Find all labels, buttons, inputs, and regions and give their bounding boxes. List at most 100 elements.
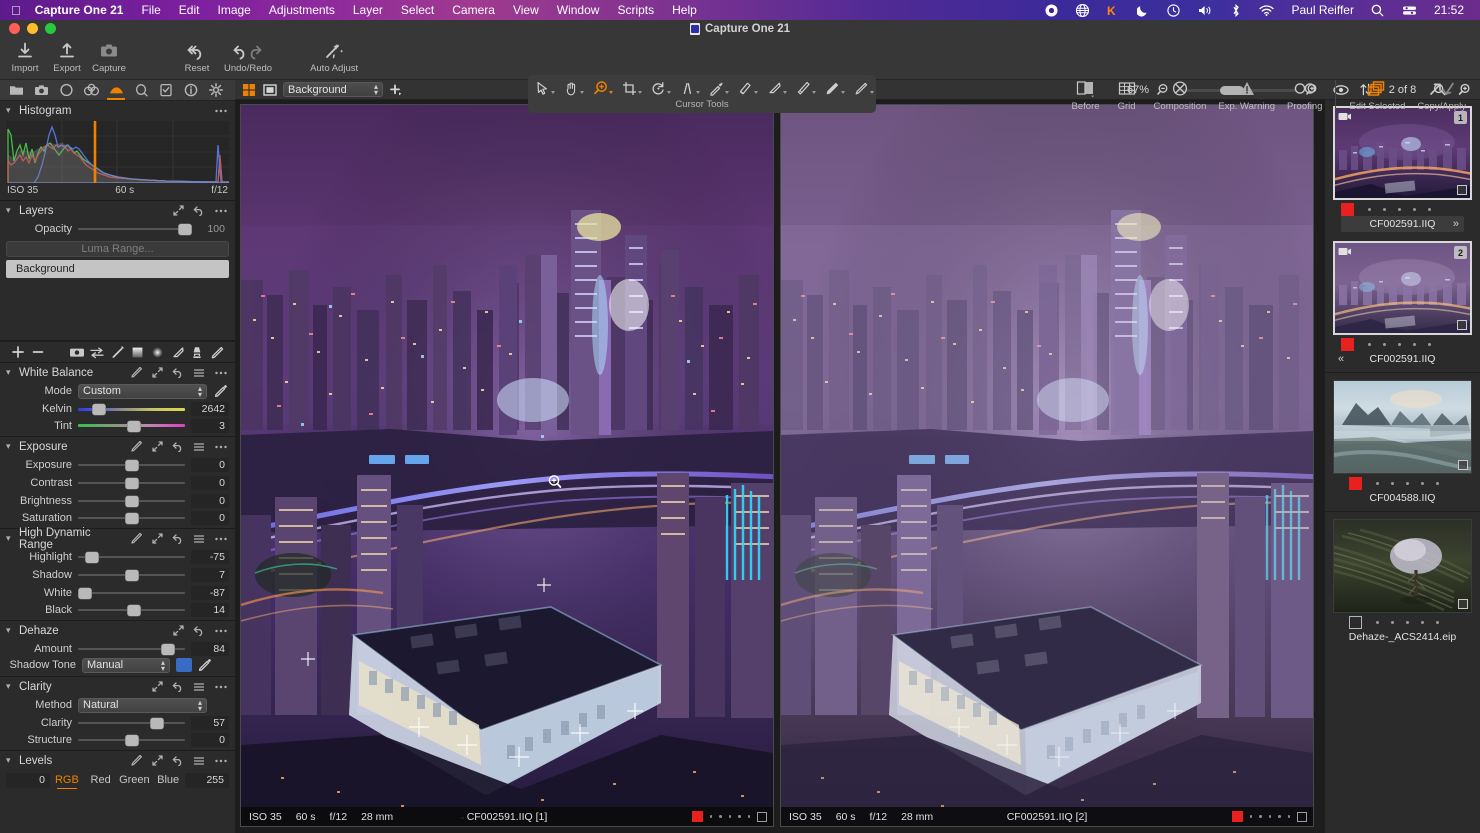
record-icon[interactable] [1036,4,1067,17]
crop-indicator-icon[interactable] [1457,320,1467,330]
saturation-slider[interactable] [78,511,185,525]
more-dots-icon[interactable] [214,442,228,452]
chevron-down-icon[interactable]: ▾ [6,442,14,451]
menu-clock[interactable]: 21:52 [1426,3,1472,17]
apple-logo-icon[interactable]:  [0,4,33,17]
levels-tab-rgb[interactable]: RGB [50,770,84,790]
reset-arrow-icon[interactable] [193,205,205,216]
menu-edit[interactable]: Edit [170,3,209,17]
draw-mask-icon[interactable] [818,78,847,98]
levels-tab-green[interactable]: Green [118,770,152,790]
rating-star-3[interactable] [1398,207,1401,211]
slider-knob[interactable] [127,420,141,432]
rating-star-5[interactable] [1428,207,1431,211]
dehaze-header[interactable]: ▾ Dehaze [0,621,235,640]
exposure-header[interactable]: ▾ Exposure [0,437,235,456]
menu-help[interactable]: Help [663,3,706,17]
rating-star-3[interactable] [728,815,731,818]
slider-knob[interactable] [127,604,141,616]
tool-tab-library[interactable] [4,80,28,100]
eraser-icon[interactable] [760,78,789,98]
tool-tab-exposure[interactable] [104,80,128,100]
rating-star-3[interactable] [1406,620,1409,624]
add-layer-icon[interactable] [8,345,28,359]
rating-star-5[interactable] [1287,815,1290,818]
shadow-tone-color-swatch[interactable] [176,658,192,672]
slider-knob[interactable] [92,404,106,415]
menu-window[interactable]: Window [548,3,609,17]
filmstrip-item-2[interactable]: 2 « CF002591.IIQ [1325,232,1480,367]
reset-arrow-icon[interactable] [172,533,184,544]
slider-knob[interactable] [125,478,138,489]
more-dots-icon[interactable] [214,682,228,692]
dehaze-amount-slider[interactable] [78,642,185,656]
rating-star-4[interactable] [738,815,741,818]
menu-camera[interactable]: Camera [443,3,504,17]
rating-star-1[interactable] [709,815,712,818]
levels-min-value[interactable]: 0 [6,772,50,788]
histogram-header[interactable]: ▾ Histogram [0,101,235,120]
black-slider[interactable] [78,603,185,617]
expand-icon[interactable] [152,367,163,378]
tool-tab-lens[interactable] [54,80,78,100]
filmstrip-item-4[interactable]: Dehaze-_ACS2414.eip [1325,512,1480,645]
crop-indicator-icon[interactable] [757,811,767,822]
exposure-slider[interactable] [78,458,185,472]
more-dots-icon[interactable] [214,206,228,216]
rating-star-5[interactable] [1436,620,1439,624]
auto-adjust-button[interactable]: Auto Adjust [304,37,364,74]
color-tag-swatch[interactable] [691,811,703,822]
crop-indicator-icon[interactable] [1458,460,1468,470]
heal-icon[interactable] [207,345,227,360]
list-icon[interactable] [193,442,205,452]
list-icon[interactable] [193,534,205,544]
slider-knob[interactable] [125,496,138,507]
thumbnail-image[interactable]: 1 [1333,106,1472,200]
clarity-value[interactable]: 57 [191,716,229,730]
chevron-left-icon[interactable]: « [1338,353,1344,365]
tool-tab-details[interactable] [129,80,153,100]
filmstrip-item-1[interactable]: 1 CF002591.IIQ » [1325,100,1480,232]
chevron-right-icon[interactable]: » [1453,218,1459,230]
kelvin-slider[interactable] [78,402,185,416]
expand-icon[interactable] [152,533,163,544]
radial-icon[interactable] [147,346,167,359]
chevron-down-icon[interactable]: ▾ [6,206,14,215]
undo-redo-button[interactable]: Undo/Redo [218,37,278,74]
slider-knob[interactable] [125,512,138,524]
rating-star-3[interactable] [1268,815,1271,818]
tool-tab-adjustments[interactable] [154,80,178,100]
rating-star-2[interactable] [1259,815,1262,818]
tool-tab-capture[interactable] [29,80,53,100]
before-after-button[interactable]: Before [1066,75,1106,112]
rotate-icon[interactable] [644,78,673,98]
expand-icon[interactable] [173,205,184,216]
export-button[interactable]: Export [46,37,88,74]
import-button[interactable]: Import [4,37,46,74]
control-center-icon[interactable] [1393,4,1426,17]
clarity-header[interactable]: ▾ Clarity [0,677,235,696]
image-pane-primary[interactable]: ISO 35 60 s f/12 28 mm CF002591.IIQ [1] [240,104,774,827]
composition-button[interactable]: Composition [1148,75,1213,112]
menu-adjustments[interactable]: Adjustments [260,3,344,17]
wb-eyedropper-icon[interactable] [213,384,229,398]
menu-view[interactable]: View [504,3,548,17]
menu-app-name[interactable]: Capture One 21 [33,3,133,17]
contrast-slider[interactable] [78,476,185,490]
tool-tab-metadata[interactable] [179,80,203,100]
chevron-down-icon[interactable]: ▾ [6,756,14,765]
exposure-value[interactable]: 0 [191,458,229,472]
copy-apply-button[interactable]: Copy/Apply [1411,75,1472,112]
clock-icon[interactable] [1158,3,1189,17]
spot-removal-icon[interactable] [731,78,760,98]
proofing-button[interactable]: Proofing [1281,75,1328,112]
picker-pen-icon[interactable] [131,533,143,544]
menu-select[interactable]: Select [392,3,443,17]
reset-arrow-icon[interactable] [172,441,184,452]
rating-star-4[interactable] [1421,481,1424,485]
reset-arrow-icon[interactable] [193,625,205,636]
levels-tab-blue[interactable]: Blue [151,770,185,790]
color-tag-swatch[interactable] [1349,615,1362,629]
rating-star-2[interactable] [1383,342,1386,346]
color-tag-swatch[interactable] [1341,202,1354,216]
